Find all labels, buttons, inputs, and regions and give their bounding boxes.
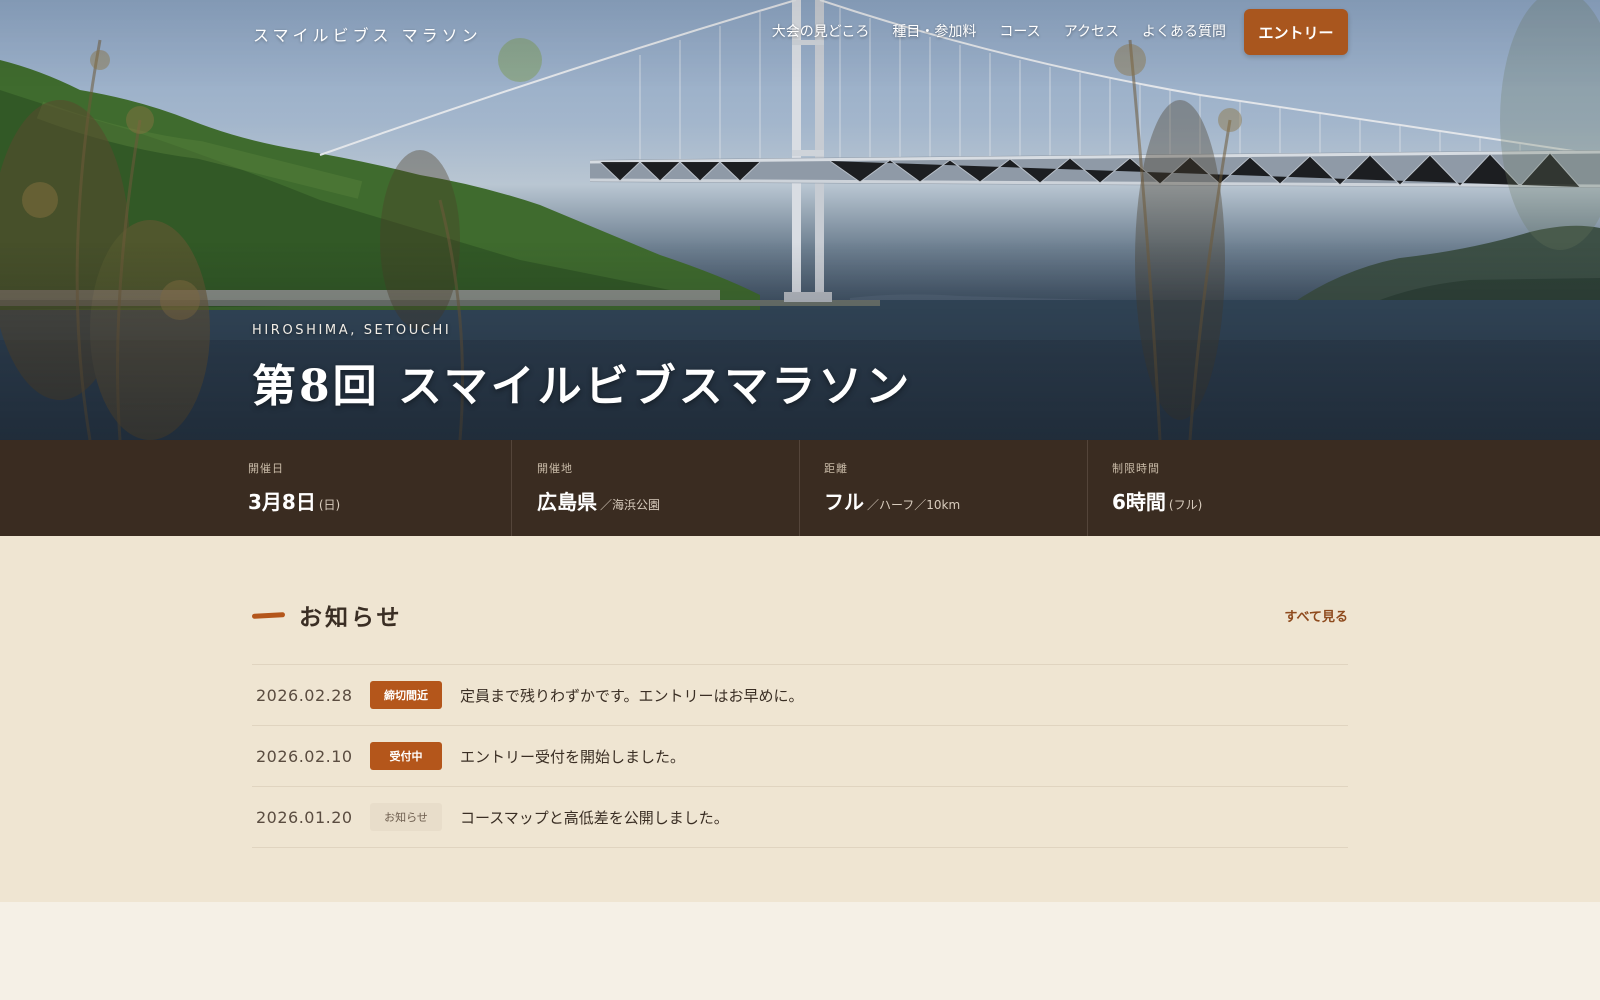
brush-stroke-icon: [251, 611, 286, 619]
news-text[interactable]: コースマップと高低差を公開しました。: [460, 807, 729, 828]
news-date: 2026.01.20: [256, 807, 353, 827]
nav-item-course[interactable]: コース: [999, 21, 1040, 41]
info-venue-value: 広島県: [537, 490, 597, 514]
news-item[interactable]: 2026.01.20 お知らせ コースマップと高低差を公開しました。: [252, 787, 1348, 848]
info-time-limit: 制限時間 6時間 (フル): [1087, 440, 1375, 536]
nav-item-highlights[interactable]: 大会の見どころ: [772, 21, 870, 41]
page-bottom-area: [0, 902, 1600, 1000]
news-list: 2026.02.28 締切間近 定員まで残りわずかです。エントリーはお早めに。 …: [252, 664, 1348, 848]
news-badge: お知らせ: [370, 803, 442, 831]
nav-item-access[interactable]: アクセス: [1064, 21, 1119, 41]
info-distance-value: フル: [824, 490, 864, 514]
info-date-note: (日): [318, 498, 341, 512]
info-time-limit-note: (フル): [1168, 498, 1203, 512]
info-distance-label: 距離: [824, 462, 848, 475]
site-logo[interactable]: スマイルビブス マラソン: [253, 22, 482, 46]
info-date: 開催日 3月8日 (日): [248, 440, 536, 536]
info-date-value: 3月8日: [248, 490, 316, 514]
hero-banner: スマイルビブス マラソン 大会の見どころ 種目・参加料 コース アクセス よくあ…: [0, 0, 1600, 440]
news-heading: お知らせ: [251, 598, 403, 632]
news-text[interactable]: エントリー受付を開始しました。: [460, 746, 685, 767]
info-distance: 距離 フル ／ハーフ／10km: [799, 440, 1087, 536]
hero-title: 第8回 スマイルビブスマラソン: [252, 361, 913, 412]
nav-item-events-fees[interactable]: 種目・参加料: [892, 21, 976, 41]
news-section: お知らせ すべて見る 2026.02.28 締切間近 定員まで残りわずかです。エ…: [0, 536, 1600, 902]
see-all-link[interactable]: すべて見る: [1284, 606, 1348, 625]
entry-button[interactable]: エントリー: [1244, 9, 1348, 55]
news-item[interactable]: 2026.02.10 受付中 エントリー受付を開始しました。: [252, 726, 1348, 787]
main-nav: 大会の見どころ 種目・参加料 コース アクセス よくある質問: [772, 21, 1226, 41]
nav-item-faq[interactable]: よくある質問: [1142, 21, 1226, 41]
hero-subtitle: HIROSHIMA, SETOUCHI: [252, 323, 452, 338]
info-date-label: 開催日: [248, 462, 284, 475]
news-title: お知らせ: [299, 604, 403, 631]
news-badge: 締切間近: [370, 681, 442, 709]
info-distance-note: ／ハーフ／10km: [867, 498, 961, 512]
event-info-bar: 開催日 3月8日 (日) 開催地 広島県 ／海浜公園 距離 フル ／ハーフ／10km …: [0, 440, 1600, 536]
info-venue: 開催地 広島県 ／海浜公園: [511, 440, 799, 536]
news-text[interactable]: 定員まで残りわずかです。エントリーはお早めに。: [460, 685, 804, 706]
news-date: 2026.02.10: [256, 746, 353, 766]
info-time-limit-value: 6時間: [1112, 490, 1166, 514]
news-item[interactable]: 2026.02.28 締切間近 定員まで残りわずかです。エントリーはお早めに。: [252, 665, 1348, 726]
info-time-limit-label: 制限時間: [1112, 462, 1160, 475]
info-venue-label: 開催地: [537, 462, 573, 475]
info-venue-note: ／海浜公園: [600, 498, 661, 512]
news-date: 2026.02.28: [256, 685, 353, 705]
news-badge: 受付中: [370, 742, 442, 770]
